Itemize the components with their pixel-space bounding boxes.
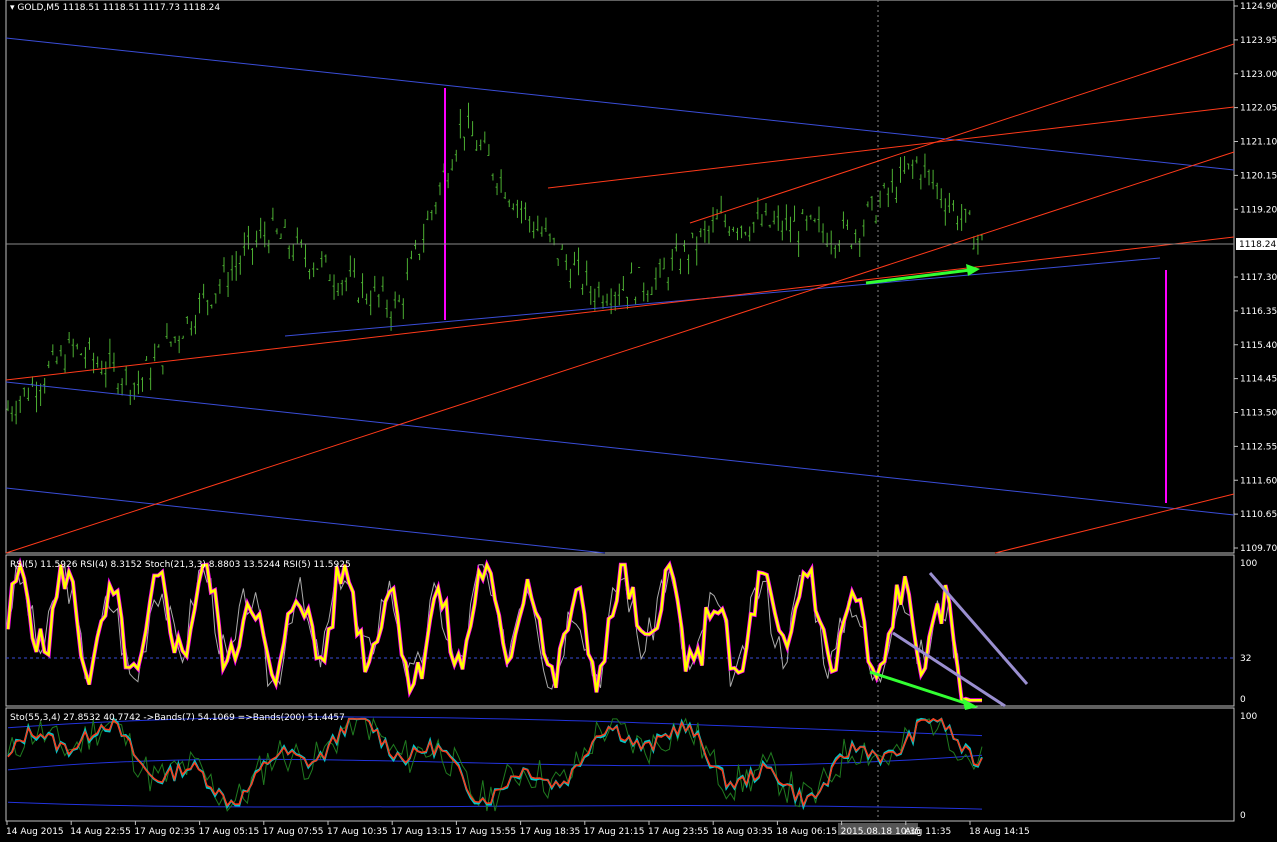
sto-lines bbox=[7, 716, 983, 812]
price-tick-label: 1112.55 bbox=[1240, 442, 1277, 452]
time-label-14: Aug 11:35 bbox=[905, 827, 951, 837]
rsi-level-0-label: 0 bbox=[1240, 695, 1246, 705]
time-label-15: 18 Aug 14:15 bbox=[969, 827, 1030, 837]
price-tick-label: 1123.00 bbox=[1240, 70, 1277, 80]
price-candles bbox=[6, 102, 983, 425]
price-tick-label: 1113.50 bbox=[1240, 409, 1277, 419]
symbol-label: GOLD,M5 bbox=[17, 3, 59, 13]
time-label-3: 17 Aug 05:15 bbox=[199, 827, 260, 837]
main-chart-frame bbox=[5, 0, 1235, 554]
price-tick-label: 1111.60 bbox=[1240, 476, 1277, 486]
trend-line-red-2 bbox=[5, 151, 1235, 554]
time-label-2: 17 Aug 02:35 bbox=[134, 827, 195, 837]
time-label-8: 17 Aug 18:35 bbox=[520, 827, 581, 837]
price-tick-label: 1110.65 bbox=[1240, 510, 1277, 520]
time-label-9: 17 Aug 21:15 bbox=[584, 827, 645, 837]
price-tick-label: 1119.20 bbox=[1240, 205, 1277, 215]
trend-line-blue-low bbox=[5, 487, 606, 554]
rsi-lines bbox=[6, 557, 982, 703]
price-tick-label: 1123.95 bbox=[1240, 36, 1277, 46]
price-axis: 1124.90 1123.95 1123.00 1122.05 1121.10 1120.… bbox=[1234, 2, 1277, 554]
sto-legend: Sto(55,3,4) 27.8532 40.7742 ->Bands(7) 5… bbox=[10, 713, 345, 723]
chart-title: ▾ GOLD,M5 1118.51 1118.51 1117.73 1118.2… bbox=[10, 3, 220, 13]
price-tick-label: 1116.35 bbox=[1240, 307, 1277, 317]
time-label-10: 17 Aug 23:55 bbox=[648, 827, 709, 837]
rsi4-line bbox=[6, 557, 982, 703]
chart-canvas: 1124.90 1123.95 1123.00 1122.05 1121.10 1120.… bbox=[5, 0, 1277, 837]
current-price-label: 1118.24 bbox=[1239, 240, 1276, 250]
rsi-legend: RSI(5) 11.5926 RSI(4) 8.3152 Stoch(21,3,… bbox=[10, 560, 351, 570]
rsi-level-32-label: 32 bbox=[1240, 654, 1251, 664]
green-arrow-rsi bbox=[869, 670, 969, 706]
rsi-level-100-label: 100 bbox=[1240, 559, 1257, 569]
price-tick-label: 1122.05 bbox=[1240, 104, 1277, 114]
time-label-1: 14 Aug 22:55 bbox=[70, 827, 131, 837]
price-tick-label: 1114.45 bbox=[1240, 375, 1277, 385]
trend-line-red-4 bbox=[547, 106, 1235, 189]
sto-level-0-label: 0 bbox=[1240, 811, 1246, 821]
time-label-11: 18 Aug 03:35 bbox=[712, 827, 773, 837]
time-label-12: 18 Aug 06:15 bbox=[776, 827, 837, 837]
trend-line-red-1 bbox=[5, 236, 1235, 381]
trend-line-red-3 bbox=[689, 43, 1235, 224]
price-tick-label: 1109.70 bbox=[1240, 544, 1277, 554]
time-label-7: 17 Aug 15:55 bbox=[455, 827, 516, 837]
time-label-5: 17 Aug 10:35 bbox=[327, 827, 388, 837]
sto-panel-frame bbox=[5, 707, 1235, 822]
divergence-line-2 bbox=[892, 631, 1006, 708]
trend-lines[interactable] bbox=[5, 37, 1235, 554]
price-tick-label: 1115.40 bbox=[1240, 341, 1277, 351]
band-7 bbox=[7, 717, 983, 812]
time-label-6: 17 Aug 13:15 bbox=[391, 827, 452, 837]
trend-line-red-5 bbox=[994, 493, 1235, 554]
time-label-0: 14 Aug 2015 bbox=[6, 827, 64, 837]
ohlc-label: 1118.51 1118.51 1117.73 1118.24 bbox=[63, 3, 221, 13]
sto-level-100-label: 100 bbox=[1240, 712, 1257, 722]
band-200-lower bbox=[7, 801, 983, 810]
sto-signal bbox=[7, 717, 983, 808]
time-label-4: 17 Aug 07:55 bbox=[263, 827, 324, 837]
price-tick-label: 1124.90 bbox=[1240, 2, 1277, 12]
price-tick-label: 1117.30 bbox=[1240, 273, 1277, 283]
trend-line-blue-top bbox=[5, 37, 1235, 171]
price-tick-label: 1121.10 bbox=[1240, 138, 1277, 148]
price-tick-label: 1120.15 bbox=[1240, 171, 1277, 181]
trend-line-blue-mid bbox=[5, 381, 1235, 516]
dropdown-icon: ▾ bbox=[10, 3, 17, 13]
